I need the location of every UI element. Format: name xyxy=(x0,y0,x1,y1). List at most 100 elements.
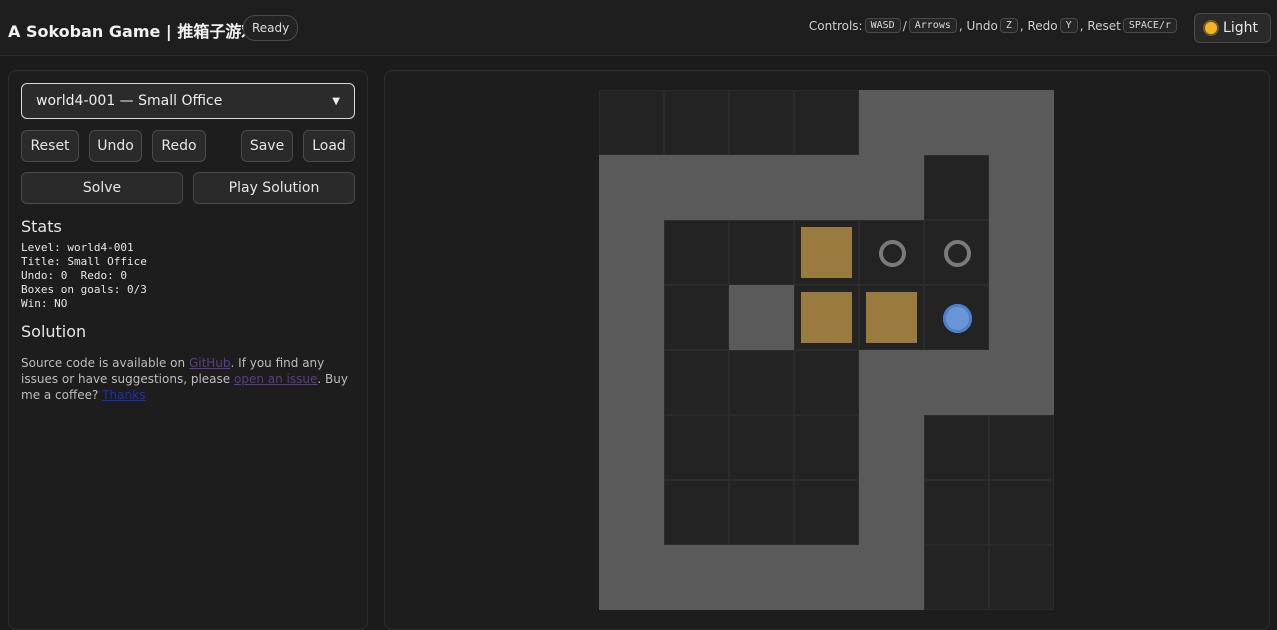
goal-icon xyxy=(879,240,906,267)
stats-win: Win: NO xyxy=(21,297,68,310)
solve-button[interactable]: Solve xyxy=(21,172,183,204)
floor-tile xyxy=(924,545,989,610)
floor-tile xyxy=(794,285,859,350)
arrows-key: Arrows xyxy=(908,18,957,33)
wall-tile xyxy=(989,220,1054,285)
thanks-link[interactable]: Thanks xyxy=(102,388,145,402)
floor-tile xyxy=(664,350,729,415)
wall-tile xyxy=(989,90,1054,155)
redo-key: Y xyxy=(1059,18,1078,33)
redo-label: , Redo xyxy=(1019,18,1058,33)
reset-label: , Reset xyxy=(1079,18,1121,33)
wall-tile xyxy=(599,155,664,220)
wall-tile xyxy=(859,545,924,610)
controls-help: Controls: WASD / Arrows , Undo Z , Redo … xyxy=(809,18,1179,33)
floor-tile xyxy=(729,90,794,155)
floor-tile xyxy=(664,220,729,285)
box-icon xyxy=(801,292,852,343)
status-badge: Ready xyxy=(243,15,299,41)
reset-button[interactable]: Reset xyxy=(21,130,79,162)
undo-label: , Undo xyxy=(958,18,998,33)
load-button[interactable]: Load xyxy=(303,130,355,162)
floor-tile xyxy=(794,220,859,285)
wall-tile xyxy=(859,90,924,155)
game-board[interactable] xyxy=(599,90,1054,610)
wall-tile xyxy=(794,155,859,220)
goal-icon xyxy=(944,240,971,267)
stats-level: Level: world4-001 xyxy=(21,241,134,254)
sun-icon xyxy=(1205,22,1218,34)
stats-title-line: Title: Small Office xyxy=(21,255,147,268)
floor-tile xyxy=(664,90,729,155)
floor-tile xyxy=(729,480,794,545)
wall-tile xyxy=(859,155,924,220)
floor-tile xyxy=(794,415,859,480)
floor-tile xyxy=(664,285,729,350)
stats-undo-redo: Undo: 0 Redo: 0 xyxy=(21,269,127,282)
undo-key: Z xyxy=(999,18,1018,33)
theme-toggle-button[interactable]: Light xyxy=(1194,13,1271,43)
floor-tile xyxy=(859,285,924,350)
level-select-value: world4-001 — Small Office xyxy=(36,93,223,109)
floor-tile xyxy=(924,480,989,545)
save-button[interactable]: Save xyxy=(241,130,293,162)
top-bar: A Sokoban Game | 推箱子游戏 Ready Controls: W… xyxy=(0,0,1277,56)
wall-tile xyxy=(989,350,1054,415)
floor-tile xyxy=(989,545,1054,610)
wall-tile xyxy=(664,155,729,220)
sidebar: world4-001 — Small Office ▼ Reset Undo R… xyxy=(8,70,368,630)
controls-label: Controls: xyxy=(808,18,863,33)
wall-tile xyxy=(924,90,989,155)
redo-button[interactable]: Redo xyxy=(152,130,206,162)
app-title: A Sokoban Game | 推箱子游戏 xyxy=(8,22,258,41)
wall-tile xyxy=(729,285,794,350)
wall-tile xyxy=(859,350,924,415)
theme-toggle-label: Light xyxy=(1223,20,1258,36)
floor-tile xyxy=(664,415,729,480)
floor-tile xyxy=(924,155,989,220)
controls-separator: / xyxy=(902,18,907,33)
github-link[interactable]: GitHub xyxy=(189,356,231,370)
undo-button[interactable]: Undo xyxy=(89,130,142,162)
play-solution-button[interactable]: Play Solution xyxy=(193,172,355,204)
floor-tile xyxy=(729,415,794,480)
chevron-down-icon: ▼ xyxy=(332,95,340,107)
floor-tile xyxy=(729,350,794,415)
floor-tile xyxy=(729,220,794,285)
floor-tile xyxy=(599,90,664,155)
level-select[interactable]: world4-001 — Small Office ▼ xyxy=(21,83,355,119)
floor-tile xyxy=(664,480,729,545)
wall-tile xyxy=(729,545,794,610)
wall-tile xyxy=(599,415,664,480)
wasd-key: WASD xyxy=(864,18,901,33)
wall-tile xyxy=(989,285,1054,350)
footer-text: Source code is available on GitHub. If y… xyxy=(21,355,351,403)
floor-tile xyxy=(794,480,859,545)
wall-tile xyxy=(729,155,794,220)
stats-title: Stats xyxy=(21,217,62,236)
box-icon xyxy=(866,292,917,343)
stats-boxes-on-goals: Boxes on goals: 0/3 xyxy=(21,283,147,296)
floor-tile xyxy=(924,220,989,285)
floor-tile xyxy=(989,415,1054,480)
floor-tile xyxy=(859,220,924,285)
wall-tile xyxy=(599,480,664,545)
solution-title: Solution xyxy=(21,322,87,341)
floor-tile xyxy=(989,480,1054,545)
wall-tile xyxy=(599,350,664,415)
floor-tile xyxy=(794,90,859,155)
floor-tile xyxy=(794,350,859,415)
floor-tile xyxy=(924,285,989,350)
wall-tile xyxy=(859,480,924,545)
wall-tile xyxy=(599,285,664,350)
floor-tile xyxy=(924,415,989,480)
open-issue-link[interactable]: open an issue xyxy=(234,372,317,386)
wall-tile xyxy=(664,545,729,610)
wall-tile xyxy=(924,350,989,415)
player-icon xyxy=(943,304,972,333)
wall-tile xyxy=(989,155,1054,220)
wall-tile xyxy=(599,545,664,610)
box-icon xyxy=(801,227,852,278)
wall-tile xyxy=(794,545,859,610)
reset-key: SPACE/r xyxy=(1122,18,1177,33)
